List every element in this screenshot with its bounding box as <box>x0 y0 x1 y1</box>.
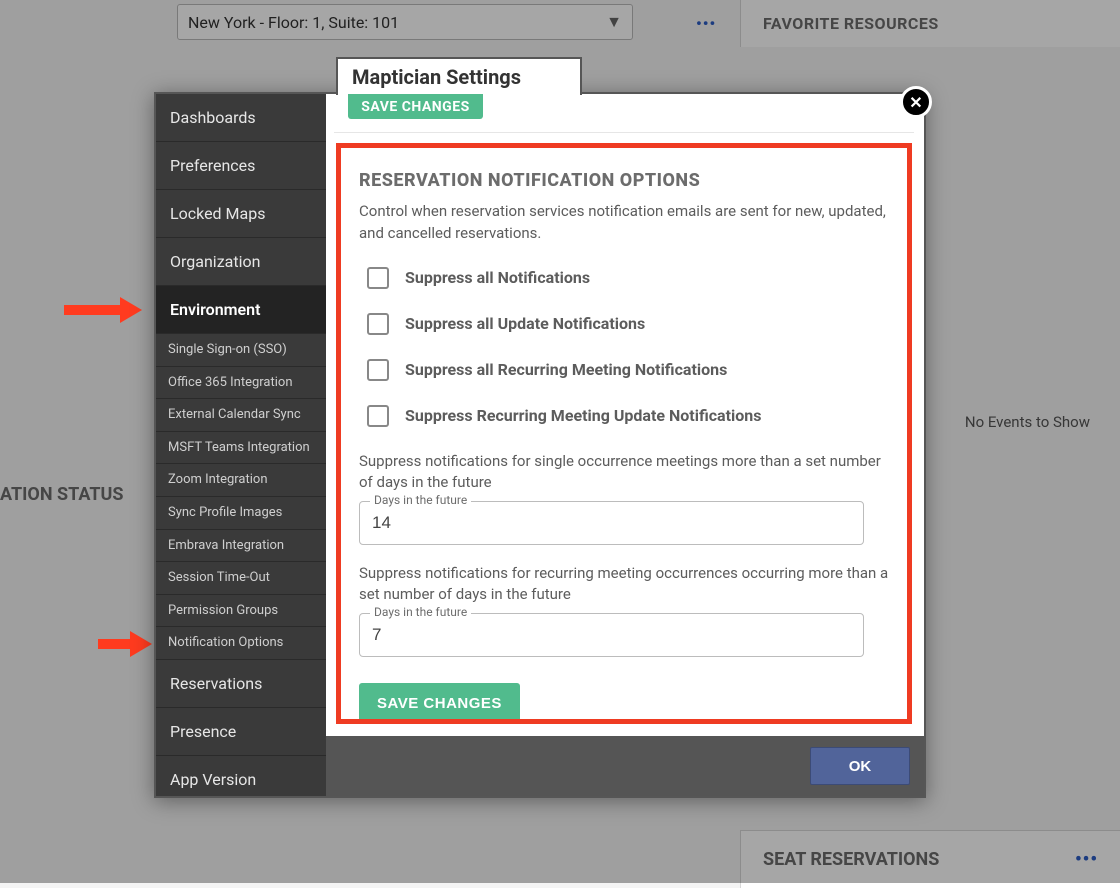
location-selector-text: New York - Floor: 1, Suite: 101 <box>188 13 399 32</box>
sidebar-item-dashboards[interactable]: Dashboards <box>156 94 326 142</box>
checkbox-row-suppress-recurring-update: Suppress Recurring Meeting Update Notifi… <box>367 405 889 427</box>
sidebar-item-preferences[interactable]: Preferences <box>156 142 326 190</box>
checkbox-label: Suppress Recurring Meeting Update Notifi… <box>405 406 761 425</box>
sidebar-sub-sync-profile-images[interactable]: Sync Profile Images <box>156 497 326 530</box>
close-icon: ✕ <box>909 93 922 112</box>
save-changes-top-button[interactable]: SAVE CHANGES <box>348 94 483 119</box>
field-recurring-occurrence: Suppress notifications for recurring mee… <box>359 563 889 657</box>
sidebar-sub-msft-teams[interactable]: MSFT Teams Integration <box>156 432 326 465</box>
sidebar-sub-sso[interactable]: Single Sign-on (SSO) <box>156 334 326 367</box>
field-legend: Days in the future <box>370 605 471 619</box>
modal-footer: OK <box>326 736 924 796</box>
sidebar-item-organization[interactable]: Organization <box>156 238 326 286</box>
checkbox-label: Suppress all Update Notifications <box>405 314 645 333</box>
notification-options-panel: RESERVATION NOTIFICATION OPTIONS Control… <box>336 143 912 724</box>
checkbox-label: Suppress all Notifications <box>405 268 590 287</box>
sidebar-item-reservations[interactable]: Reservations <box>156 660 326 708</box>
days-future-input-wrap: Days in the future <box>359 501 864 545</box>
checkbox-suppress-all[interactable] <box>367 267 389 289</box>
seat-reservations-title: SEAT RESERVATIONS <box>763 849 939 870</box>
checkbox-row-suppress-recurring: Suppress all Recurring Meeting Notificat… <box>367 359 889 381</box>
sidebar-sub-permission-groups[interactable]: Permission Groups <box>156 595 326 628</box>
sidebar-sub-embrava[interactable]: Embrava Integration <box>156 530 326 563</box>
checkbox-suppress-recurring[interactable] <box>367 359 389 381</box>
panel-heading: RESERVATION NOTIFICATION OPTIONS <box>359 170 889 191</box>
topbar-ellipsis-icon[interactable]: ••• <box>696 14 716 33</box>
checkbox-suppress-recurring-update[interactable] <box>367 405 389 427</box>
chevron-down-icon: ▼ <box>606 12 622 32</box>
sidebar-sub-office-365[interactable]: Office 365 Integration <box>156 367 326 400</box>
field-description: Suppress notifications for single occurr… <box>359 451 889 493</box>
checkbox-row-suppress-update: Suppress all Update Notifications <box>367 313 889 335</box>
modal-title: Maptician Settings <box>352 65 521 89</box>
sidebar-item-environment[interactable]: Environment <box>156 286 326 334</box>
days-future-recurring-input[interactable] <box>360 614 863 656</box>
settings-modal: Maptician Settings ✕ Dashboards Preferen… <box>154 92 926 798</box>
content-divider <box>334 132 914 133</box>
checkbox-suppress-update[interactable] <box>367 313 389 335</box>
location-selector[interactable]: New York - Floor: 1, Suite: 101 ▼ <box>177 4 633 40</box>
sidebar-item-locked-maps[interactable]: Locked Maps <box>156 190 326 238</box>
checkbox-row-suppress-all: Suppress all Notifications <box>367 267 889 289</box>
topbar: New York - Floor: 1, Suite: 101 ▼ ••• FA… <box>0 0 1120 54</box>
settings-sidebar: Dashboards Preferences Locked Maps Organ… <box>156 94 326 796</box>
no-events-text: No Events to Show <box>965 413 1090 431</box>
modal-title-tab: Maptician Settings <box>336 57 582 95</box>
days-future-input-wrap: Days in the future <box>359 613 864 657</box>
close-button[interactable]: ✕ <box>900 86 932 118</box>
days-future-single-input[interactable] <box>360 502 863 544</box>
sidebar-sub-external-calendar[interactable]: External Calendar Sync <box>156 399 326 432</box>
field-single-occurrence: Suppress notifications for single occurr… <box>359 451 889 545</box>
annotation-arrow-environment <box>64 297 142 323</box>
ok-button[interactable]: OK <box>810 747 910 785</box>
sidebar-item-presence[interactable]: Presence <box>156 708 326 756</box>
seat-reservations-ellipsis-icon[interactable]: ••• <box>1075 849 1098 870</box>
panel-description: Control when reservation services notifi… <box>359 201 889 245</box>
sidebar-sub-session-timeout[interactable]: Session Time-Out <box>156 562 326 595</box>
seat-reservations-header: SEAT RESERVATIONS ••• <box>740 830 1120 888</box>
field-legend: Days in the future <box>370 493 471 507</box>
favorite-resources-title: FAVORITE RESOURCES <box>740 0 1120 47</box>
occupation-status-title: ATION STATUS <box>0 470 170 519</box>
checkbox-label: Suppress all Recurring Meeting Notificat… <box>405 360 727 379</box>
save-changes-button[interactable]: SAVE CHANGES <box>359 683 520 725</box>
sidebar-sub-notification-options[interactable]: Notification Options <box>156 627 326 660</box>
field-description: Suppress notifications for recurring mee… <box>359 563 889 605</box>
annotation-arrow-notification-options <box>98 631 152 657</box>
sidebar-sub-zoom[interactable]: Zoom Integration <box>156 464 326 497</box>
sidebar-item-app-version[interactable]: App Version <box>156 756 326 796</box>
